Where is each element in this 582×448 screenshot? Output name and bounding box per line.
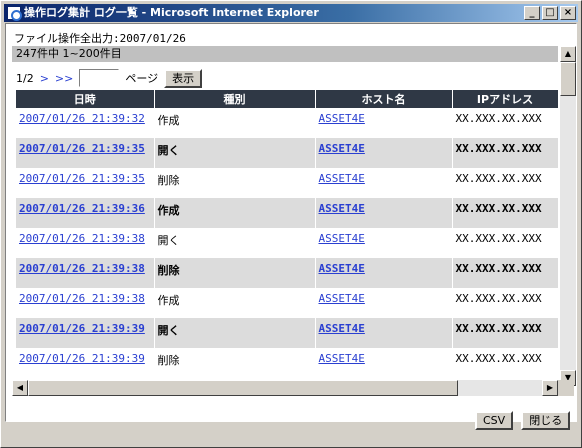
record-count-bar: 247件中 1~200件目: [12, 46, 558, 62]
cell-type: 開く: [154, 318, 316, 348]
table-row: 2007/01/26 21:39:38 作成 ASSET4E XX.XXX.XX…: [16, 288, 558, 318]
cell-host: ASSET4E: [315, 138, 453, 168]
datetime-link[interactable]: 2007/01/26 21:39:36: [19, 202, 145, 215]
window-title: 操作ログ集計 ログ一覧 - Microsoft Internet Explore…: [24, 6, 319, 19]
horizontal-scroll-thumb[interactable]: [28, 380, 458, 396]
cell-host: ASSET4E: [315, 348, 453, 378]
cell-datetime: 2007/01/26 21:39:39: [16, 318, 155, 348]
table-row: 2007/01/26 21:39:39 削除 ASSET4E XX.XXX.XX…: [16, 348, 558, 378]
column-header-datetime[interactable]: 日時: [16, 90, 155, 108]
log-table: 日時 種別 ホスト名 IPアドレス 2007/01/26 21:39:32 作成…: [16, 90, 558, 378]
cell-datetime: 2007/01/26 21:39:35: [16, 168, 155, 198]
scrollbar-corner: [558, 380, 574, 396]
host-link[interactable]: ASSET4E: [319, 292, 365, 305]
table-row: 2007/01/26 21:39:32 作成 ASSET4E XX.XXX.XX…: [16, 108, 558, 138]
table-row: 2007/01/26 21:39:38 開く ASSET4E XX.XXX.XX…: [16, 228, 558, 258]
table-row: 2007/01/26 21:39:35 開く ASSET4E XX.XXX.XX…: [16, 138, 558, 168]
cell-host: ASSET4E: [315, 108, 453, 138]
cell-host: ASSET4E: [315, 288, 453, 318]
cell-ip: XX.XXX.XX.XXX: [452, 108, 558, 138]
datetime-link[interactable]: 2007/01/26 21:39:38: [19, 262, 145, 275]
page-header: ファイル操作全出力:2007/01/26: [14, 32, 186, 45]
maximize-button[interactable]: □: [542, 6, 558, 20]
host-link[interactable]: ASSET4E: [319, 232, 365, 245]
page-label: ページ: [125, 72, 159, 85]
table-row: 2007/01/26 21:39:39 開く ASSET4E XX.XXX.XX…: [16, 318, 558, 348]
datetime-link[interactable]: 2007/01/26 21:39:38: [19, 232, 145, 245]
host-link[interactable]: ASSET4E: [319, 262, 365, 275]
cell-ip: XX.XXX.XX.XXX: [452, 258, 558, 288]
vertical-scrollbar[interactable]: ▲ ▼: [560, 46, 576, 386]
cell-ip: XX.XXX.XX.XXX: [452, 288, 558, 318]
cell-datetime: 2007/01/26 21:39:38: [16, 258, 155, 288]
host-link[interactable]: ASSET4E: [319, 172, 365, 185]
table-row: 2007/01/26 21:39:36 作成 ASSET4E XX.XXX.XX…: [16, 198, 558, 228]
page-content: ファイル操作全出力:2007/01/26 247件中 1~200件目 1/2 >…: [5, 23, 577, 422]
host-link[interactable]: ASSET4E: [319, 112, 365, 125]
log-table-container: 日時 種別 ホスト名 IPアドレス 2007/01/26 21:39:32 作成…: [16, 90, 558, 380]
cell-ip: XX.XXX.XX.XXX: [452, 198, 558, 228]
cell-type: 削除: [154, 168, 316, 198]
horizontal-scrollbar[interactable]: ◀ ▶: [12, 380, 558, 396]
cell-datetime: 2007/01/26 21:39:32: [16, 108, 155, 138]
csv-button[interactable]: CSV: [475, 411, 514, 430]
datetime-link[interactable]: 2007/01/26 21:39:39: [19, 352, 145, 365]
host-link[interactable]: ASSET4E: [319, 142, 365, 155]
cell-type: 作成: [154, 198, 316, 228]
ie-icon: [7, 6, 22, 21]
column-header-hostname[interactable]: ホスト名: [315, 90, 453, 108]
cell-type: 開く: [154, 138, 316, 168]
close-button[interactable]: 閉じる: [521, 411, 571, 430]
cell-datetime: 2007/01/26 21:39:39: [16, 348, 155, 378]
datetime-link[interactable]: 2007/01/26 21:39:35: [19, 142, 145, 155]
cell-host: ASSET4E: [315, 168, 453, 198]
scroll-left-icon[interactable]: ◀: [12, 380, 28, 396]
browser-window: 操作ログ集計 ログ一覧 - Microsoft Internet Explore…: [0, 0, 582, 448]
page-number-input[interactable]: [79, 69, 120, 87]
table-row: 2007/01/26 21:39:38 削除 ASSET4E XX.XXX.XX…: [16, 258, 558, 288]
table-row: 2007/01/26 21:39:35 削除 ASSET4E XX.XXX.XX…: [16, 168, 558, 198]
cell-ip: XX.XXX.XX.XXX: [452, 228, 558, 258]
cell-type: 削除: [154, 258, 316, 288]
cell-datetime: 2007/01/26 21:39:38: [16, 288, 155, 318]
cell-host: ASSET4E: [315, 198, 453, 228]
last-page-link[interactable]: >>: [55, 72, 73, 85]
pager: 1/2 > >> ページ 表示: [16, 68, 203, 88]
datetime-link[interactable]: 2007/01/26 21:39:32: [19, 112, 145, 125]
host-link[interactable]: ASSET4E: [319, 352, 365, 365]
cell-datetime: 2007/01/26 21:39:36: [16, 198, 155, 228]
table-header-row: 日時 種別 ホスト名 IPアドレス: [16, 90, 558, 108]
cell-ip: XX.XXX.XX.XXX: [452, 318, 558, 348]
close-window-button[interactable]: ×: [560, 6, 576, 20]
cell-host: ASSET4E: [315, 318, 453, 348]
show-button[interactable]: 表示: [164, 68, 203, 88]
next-page-link[interactable]: >: [40, 72, 49, 85]
title-bar: 操作ログ集計 ログ一覧 - Microsoft Internet Explore…: [4, 4, 578, 22]
cell-type: 開く: [154, 228, 316, 258]
cell-ip: XX.XXX.XX.XXX: [452, 168, 558, 198]
datetime-link[interactable]: 2007/01/26 21:39:38: [19, 292, 145, 305]
scroll-up-icon[interactable]: ▲: [560, 46, 576, 62]
cell-datetime: 2007/01/26 21:39:35: [16, 138, 155, 168]
column-header-ip[interactable]: IPアドレス: [452, 90, 558, 108]
datetime-link[interactable]: 2007/01/26 21:39:35: [19, 172, 145, 185]
cell-host: ASSET4E: [315, 258, 453, 288]
host-link[interactable]: ASSET4E: [319, 322, 365, 335]
scroll-right-icon[interactable]: ▶: [542, 380, 558, 396]
datetime-link[interactable]: 2007/01/26 21:39:39: [19, 322, 145, 335]
cell-ip: XX.XXX.XX.XXX: [452, 348, 558, 378]
cell-type: 作成: [154, 108, 316, 138]
footer-actions: CSV 閉じる: [475, 411, 571, 430]
page-indicator: 1/2: [16, 71, 34, 85]
cell-ip: XX.XXX.XX.XXX: [452, 138, 558, 168]
cell-host: ASSET4E: [315, 228, 453, 258]
cell-type: 作成: [154, 288, 316, 318]
cell-type: 削除: [154, 348, 316, 378]
vertical-scroll-thumb[interactable]: [560, 62, 576, 96]
column-header-type[interactable]: 種別: [154, 90, 316, 108]
host-link[interactable]: ASSET4E: [319, 202, 365, 215]
minimize-button[interactable]: _: [524, 6, 540, 20]
cell-datetime: 2007/01/26 21:39:38: [16, 228, 155, 258]
